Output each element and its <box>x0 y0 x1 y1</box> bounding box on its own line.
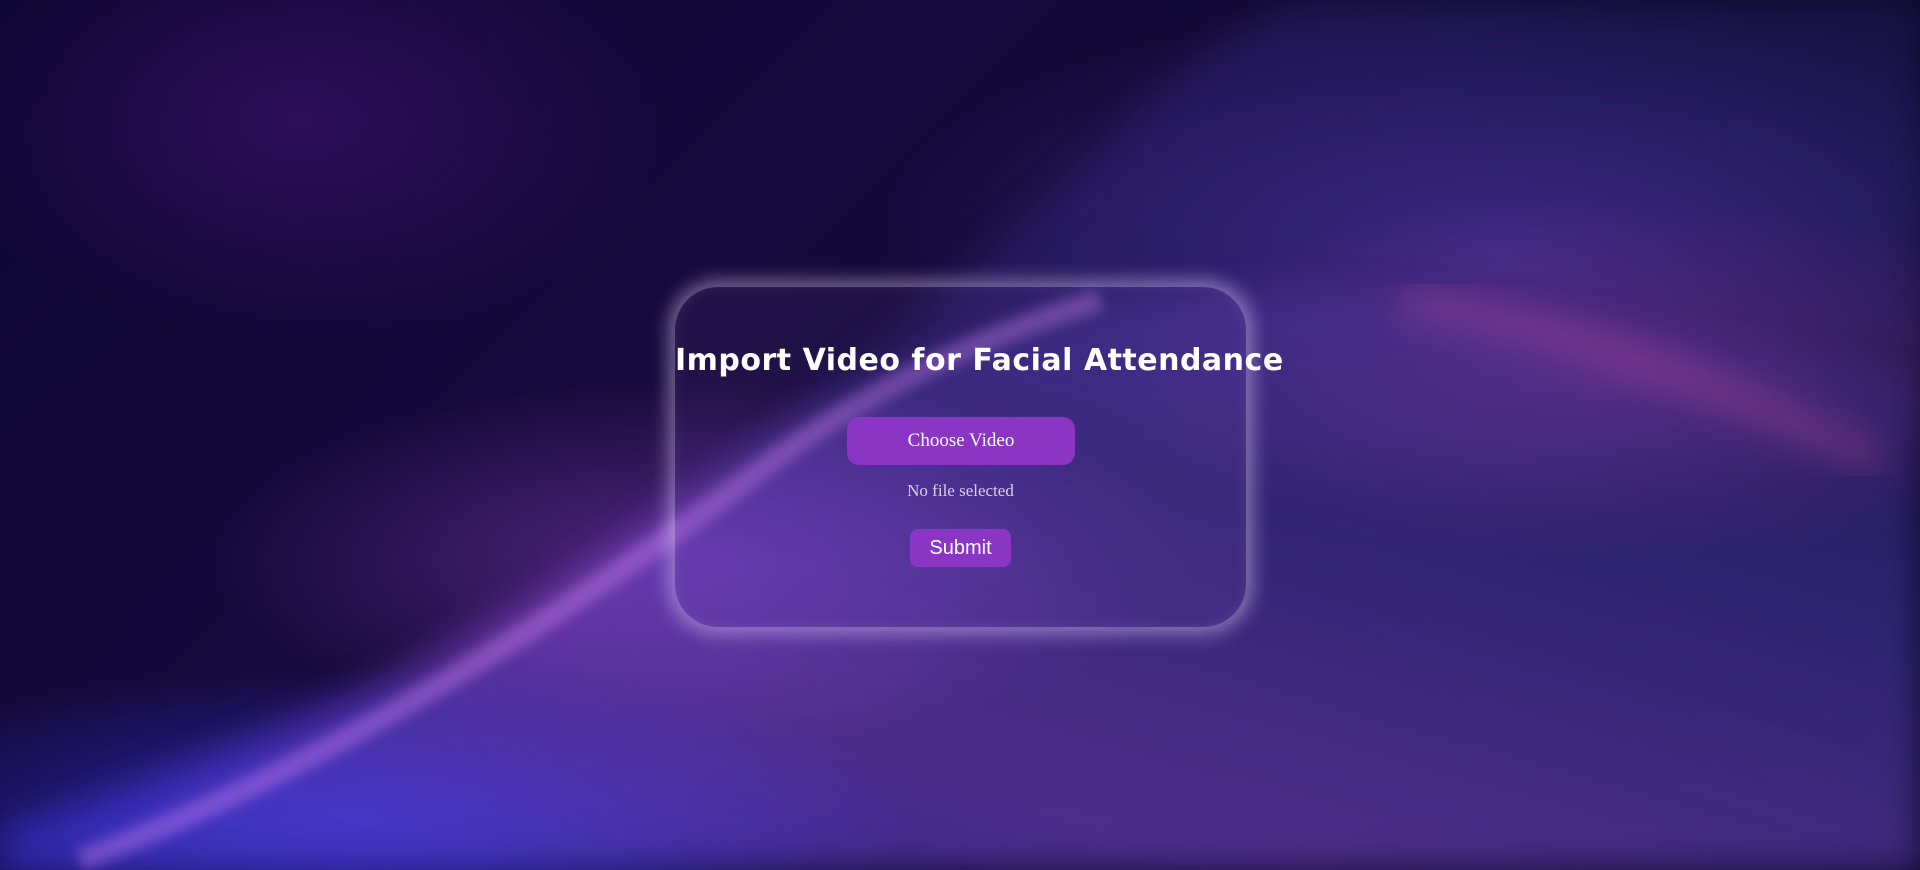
submit-button[interactable]: Submit <box>910 529 1011 567</box>
upload-card: Import Video for Facial Attendance Choos… <box>674 286 1284 628</box>
file-status-text: No file selected <box>907 481 1014 500</box>
page-title: Import Video for Facial Attendance <box>675 343 1284 378</box>
choose-video-button[interactable]: Choose Video <box>847 417 1075 465</box>
